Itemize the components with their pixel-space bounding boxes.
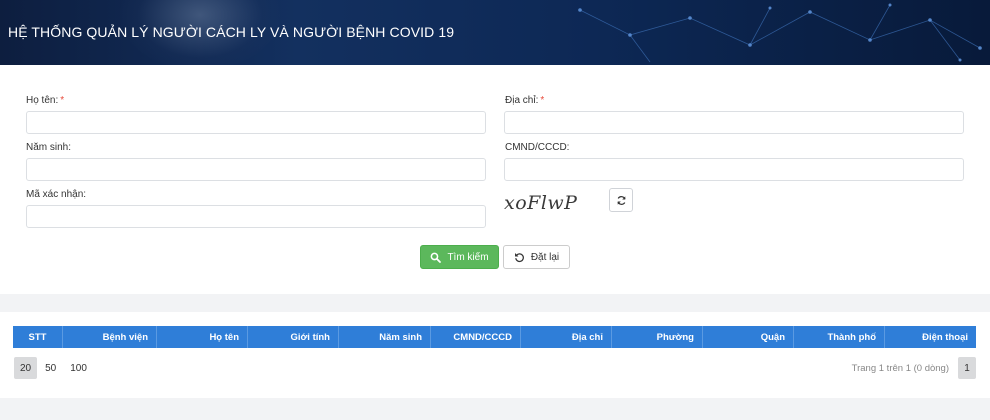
page-size-option[interactable]: 100	[64, 357, 93, 379]
column-header[interactable]: CMND/CCCD	[431, 326, 521, 348]
column-header[interactable]: Năm sinh	[339, 326, 431, 348]
pagination-info: Trang 1 trên 1 (0 dòng)	[851, 363, 949, 374]
required-mark: *	[540, 95, 545, 106]
column-header[interactable]: Họ tên	[157, 326, 248, 348]
column-header[interactable]: Phường	[612, 326, 703, 348]
id-number-label: CMND/CCCD:	[505, 142, 570, 153]
id-number-input[interactable]	[504, 158, 964, 181]
search-button[interactable]: Tìm kiếm	[420, 245, 499, 269]
page-size-option[interactable]: 20	[14, 357, 38, 379]
table-header: STT Bệnh viện Họ tên Giới tính Năm sinh …	[13, 326, 976, 348]
fullname-label-text: Họ tên:	[26, 95, 59, 106]
undo-icon	[514, 252, 524, 262]
fullname-input[interactable]	[26, 111, 486, 134]
results-table-section: STT Bệnh viện Họ tên Giới tính Năm sinh …	[0, 312, 990, 398]
address-label-text: Địa chỉ:	[505, 95, 539, 106]
refresh-captcha-button[interactable]	[609, 188, 633, 212]
search-icon	[431, 252, 442, 263]
birthyear-input[interactable]	[26, 158, 486, 181]
address-label: Địa chỉ: *	[505, 95, 544, 106]
header-network-graphic	[578, 3, 982, 63]
column-header[interactable]: Quận	[703, 326, 794, 348]
column-header[interactable]: Thành phố	[794, 326, 885, 348]
column-header[interactable]: Bệnh viện	[63, 326, 157, 348]
captcha-input[interactable]	[26, 205, 486, 228]
captcha-image: xoFlwP	[504, 192, 578, 214]
column-header[interactable]: Điện thoại	[885, 326, 976, 348]
page-title: HỆ THỐNG QUẢN LÝ NGƯỜI CÁCH LY VÀ NGƯỜI …	[8, 24, 455, 40]
reset-button-label: Đặt lại	[530, 251, 560, 263]
birthyear-label: Năm sinh:	[26, 142, 72, 153]
page-number-button[interactable]: 1	[958, 357, 976, 379]
reset-button[interactable]: Đặt lại	[503, 245, 570, 269]
address-input[interactable]	[504, 111, 964, 134]
column-header[interactable]: Giới tính	[248, 326, 339, 348]
column-header[interactable]: STT	[13, 326, 63, 348]
captcha-label: Mã xác nhận:	[26, 189, 87, 200]
refresh-icon	[616, 195, 626, 205]
fullname-label: Họ tên: *	[26, 95, 64, 106]
app-header: HỆ THỐNG QUẢN LÝ NGƯỜI CÁCH LY VÀ NGƯỜI …	[0, 0, 990, 65]
required-mark: *	[60, 95, 65, 106]
column-header[interactable]: Địa chỉ	[521, 326, 612, 348]
search-panel: Họ tên: * Địa chỉ: * Năm sinh: CMND/CCCD: …	[0, 65, 990, 294]
search-button-label: Tìm kiếm	[447, 251, 489, 263]
page-size-selector: 20 50 100	[14, 357, 93, 379]
page-size-option[interactable]: 50	[39, 357, 62, 379]
